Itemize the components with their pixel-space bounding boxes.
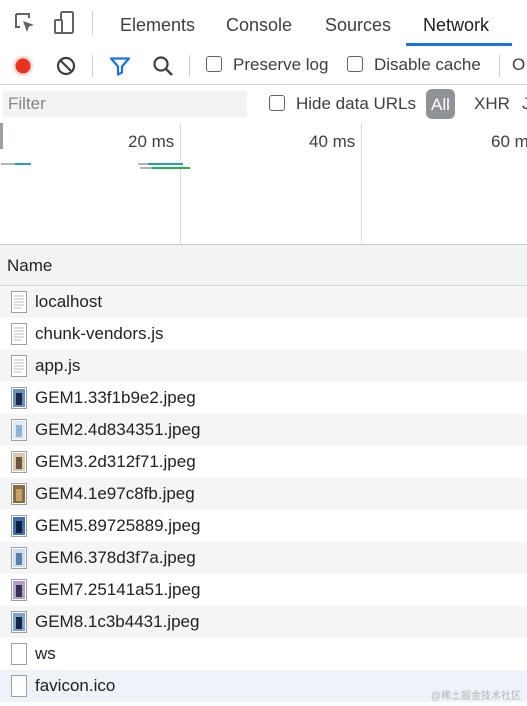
request-name: GEM7.25141a51.jpeg <box>35 580 201 599</box>
preserve-log-label: Preserve log <box>233 55 329 74</box>
request-row[interactable]: GEM6.378d3f7a.jpeg <box>0 542 527 574</box>
name-column-label: Name <box>7 256 53 275</box>
toolbar-divider <box>189 55 190 77</box>
request-waiting-bar <box>1 163 15 165</box>
request-name: GEM1.33f1b9e2.jpeg <box>35 388 196 407</box>
search-icon[interactable] <box>151 54 175 78</box>
request-row[interactable]: GEM4.1e97c8fb.jpeg <box>0 478 527 510</box>
filter-input[interactable] <box>3 91 247 117</box>
timeline-gridline <box>180 123 181 244</box>
request-name: app.js <box>35 356 81 375</box>
image-thumbnail-icon <box>11 611 27 633</box>
image-thumbnail-icon <box>11 483 27 505</box>
tab-network[interactable]: Network <box>423 0 489 46</box>
image-thumbnail-icon <box>11 515 27 537</box>
throttling-label-truncated[interactable]: O <box>512 55 525 75</box>
image-thumbnail-icon <box>11 387 27 409</box>
request-name: GEM2.4d834351.jpeg <box>35 420 201 439</box>
request-row[interactable]: GEM8.1c3b4431.jpeg <box>0 606 527 638</box>
disable-cache-checkbox[interactable] <box>347 56 363 72</box>
request-row[interactable]: GEM2.4d834351.jpeg <box>0 414 527 446</box>
image-thumbnail-icon <box>11 419 27 441</box>
timeline-tick-label: 20 ms <box>128 132 175 151</box>
request-row[interactable]: chunk-vendors.js <box>0 318 527 350</box>
blank-file-icon <box>11 643 27 665</box>
devtools-tab-bar: Elements Console Sources Network <box>0 0 527 47</box>
request-name: GEM3.2d312f71.jpeg <box>35 452 196 471</box>
tab-console[interactable]: Console <box>226 0 292 46</box>
hide-data-urls-checkbox[interactable] <box>269 95 285 111</box>
request-name: GEM4.1e97c8fb.jpeg <box>35 484 195 503</box>
request-row[interactable]: GEM1.33f1b9e2.jpeg <box>0 382 527 414</box>
document-icon <box>11 291 27 313</box>
script-file-icon <box>11 355 27 377</box>
request-row[interactable]: app.js <box>0 350 527 382</box>
script-file-icon <box>11 323 27 345</box>
request-waiting-bar <box>140 167 152 169</box>
toolbar-divider <box>499 55 500 77</box>
request-waiting-bar <box>138 163 148 165</box>
request-download-bar <box>152 167 190 169</box>
network-overview-timeline[interactable]: 20 ms 40 ms 60 m <box>0 123 527 245</box>
request-name: GEM8.1c3b4431.jpeg <box>35 612 200 631</box>
request-name: ws <box>35 644 56 663</box>
request-list: localhost chunk-vendors.js app.js GEM1.33f1… <box>0 286 527 702</box>
request-name: localhost <box>35 292 103 311</box>
request-download-bar <box>15 163 31 165</box>
image-thumbnail-icon <box>11 451 27 473</box>
request-name: GEM6.378d3f7a.jpeg <box>35 548 196 567</box>
timeline-gridline <box>361 123 362 244</box>
timeline-tick-label: 60 m <box>491 132 527 151</box>
hide-data-urls-label: Hide data URLs <box>296 94 417 113</box>
name-column-header[interactable]: Name <box>0 245 527 286</box>
filter-type-xhr-button[interactable]: XHR <box>474 94 510 114</box>
request-download-bar <box>148 163 183 165</box>
disable-cache-label: Disable cache <box>374 55 481 74</box>
toolbar-divider <box>92 11 93 35</box>
filter-type-next-button[interactable]: J <box>522 94 527 114</box>
tab-elements[interactable]: Elements <box>120 0 195 46</box>
image-thumbnail-icon <box>11 579 27 601</box>
timeline-tick-label: 40 ms <box>309 132 356 151</box>
network-toolbar: Preserve log Disable cache O <box>0 46 527 85</box>
filter-bar: Hide data URLs All XHR J <box>0 85 527 124</box>
record-icon[interactable] <box>11 54 35 78</box>
watermark: @稀土掘金技术社区 <box>430 691 521 702</box>
blank-file-icon <box>11 675 27 697</box>
filter-type-all-button[interactable]: All <box>426 89 455 119</box>
request-row[interactable]: localhost <box>0 286 527 318</box>
filter-icon[interactable] <box>108 54 132 78</box>
request-row[interactable]: GEM3.2d312f71.jpeg <box>0 446 527 478</box>
request-name: favicon.ico <box>35 676 116 695</box>
request-row[interactable]: GEM7.25141a51.jpeg <box>0 574 527 606</box>
toolbar-divider <box>92 55 93 77</box>
device-toolbar-icon[interactable] <box>52 10 78 36</box>
request-name: chunk-vendors.js <box>35 324 164 343</box>
request-name: GEM5.89725889.jpeg <box>35 516 201 535</box>
clear-icon[interactable] <box>54 54 78 78</box>
preserve-log-checkbox[interactable] <box>206 56 222 72</box>
request-row[interactable]: ws <box>0 638 527 670</box>
image-thumbnail-icon <box>11 547 27 569</box>
overview-window-handle[interactable] <box>0 123 3 149</box>
inspect-element-icon[interactable] <box>12 10 38 36</box>
tab-sources[interactable]: Sources <box>325 0 391 46</box>
request-row[interactable]: GEM5.89725889.jpeg <box>0 510 527 542</box>
